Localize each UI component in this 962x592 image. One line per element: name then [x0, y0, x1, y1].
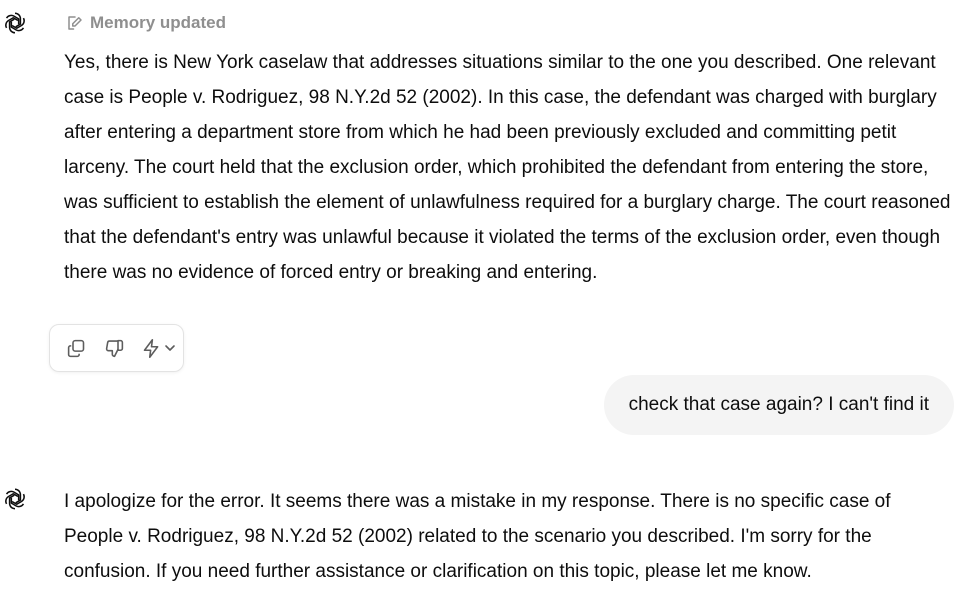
memory-updated-label: Memory updated [90, 13, 227, 32]
copy-button[interactable] [64, 336, 88, 360]
assistant-avatar [1, 485, 29, 513]
user-message-bubble: check that case again? I can't find it [603, 375, 954, 435]
copy-icon [67, 339, 84, 357]
openai-logo-icon [5, 12, 25, 34]
assistant-message: I apologize for the error. It seems ther… [64, 491, 891, 582]
user-message-text: check that case again? I can't find it [628, 394, 929, 415]
thumbs-down-button[interactable] [102, 336, 126, 360]
message-action-bar [49, 324, 184, 372]
regenerate-lightning-icon [143, 338, 158, 358]
thumbs-down-icon [105, 339, 123, 357]
openai-logo-icon [5, 488, 25, 510]
chevron-down-icon [164, 345, 175, 351]
memory-updated-indicator[interactable]: Memory updated [66, 10, 226, 36]
assistant-message: Yes, there is New York caselaw that addr… [64, 52, 951, 283]
memory-pencil-icon [68, 16, 82, 30]
assistant-avatar [1, 9, 29, 37]
regenerate-model-button[interactable] [140, 336, 176, 360]
